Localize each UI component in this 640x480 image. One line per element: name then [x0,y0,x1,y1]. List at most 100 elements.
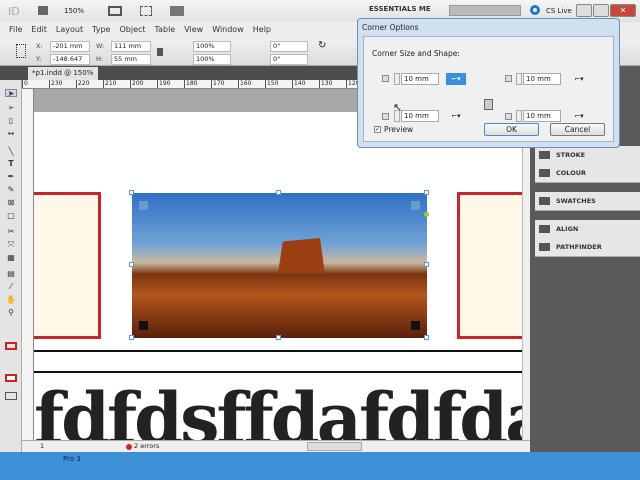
hand-tool-icon[interactable]: ✋ [5,296,17,304]
fill-stroke-icon[interactable] [5,342,17,350]
corner-tl-checkbox[interactable] [382,75,389,82]
corner-tr-shape-select[interactable]: ⌐▾ [569,73,589,85]
resize-handle[interactable] [424,335,429,340]
app-logo: ID [8,5,20,18]
corner-br-stepper[interactable] [516,110,522,122]
rotation-field[interactable]: 0° [270,41,308,52]
corner-br-shape-select[interactable]: ⌐▾ [569,110,589,122]
corner-widget-bl[interactable] [139,321,148,330]
resize-handle[interactable] [276,190,281,195]
ruler-tick: 150 [265,80,292,88]
document-tab[interactable]: *p1.indd @ 150% ✕ [28,67,98,90]
corner-tr-stepper[interactable] [516,73,522,85]
corner-bl-size[interactable]: 10 mm [401,110,439,122]
menu-file[interactable]: File [9,25,22,34]
left-text-frame[interactable] [34,192,101,339]
scale-y-field[interactable]: 100% [193,54,231,65]
menu-object[interactable]: Object [119,25,145,34]
gap-tool-icon[interactable]: ↔ [5,130,17,138]
panel-swatches[interactable]: SWATCHES [535,192,640,210]
text-frame[interactable]: fdfdsffdafdfdafa [34,378,522,441]
corner-widget-tl[interactable] [139,201,148,210]
width-field[interactable]: 111 mm [111,41,151,52]
rectangle-tool-icon[interactable]: □ [5,212,17,220]
resize-handle[interactable] [129,262,134,267]
maximize-button[interactable] [593,4,609,17]
selection-tool-icon[interactable]: ➤ [5,89,17,98]
minimize-button[interactable] [576,4,592,17]
line-tool-icon[interactable]: ╲ [5,148,17,156]
workspace-switcher[interactable]: ESSENTIALS ME [369,5,431,13]
pen-tool-icon[interactable]: ✒ [5,173,17,181]
search-input[interactable] [449,5,521,16]
menu-type[interactable]: Type [92,25,110,34]
preview-checkbox[interactable]: ✓ [374,126,381,133]
resize-handle[interactable] [424,190,429,195]
horizontal-scrollbar-thumb[interactable] [307,442,362,451]
link-settings-icon[interactable] [484,99,493,110]
view-options-icon[interactable] [108,6,122,16]
ok-button[interactable]: OK [484,123,539,136]
constrain-proportions-icon[interactable] [157,48,163,56]
zoom-tool-icon[interactable]: ⚲ [5,309,17,317]
ruler-tick: 0 [22,80,49,88]
type-tool-icon[interactable]: T [5,160,17,168]
corner-bl-shape-select[interactable]: ⌐▾ [446,110,466,122]
direct-selection-tool-icon[interactable]: ➢ [5,104,17,112]
screen-mode-tool-icon[interactable] [5,392,17,400]
right-text-frame[interactable] [457,192,522,339]
menu-layout[interactable]: Layout [56,25,83,34]
corner-tl-size[interactable]: 10 mm [401,73,439,85]
preflight-errors[interactable]: 2 errors [134,441,159,452]
page-tool-icon[interactable]: ▯ [5,117,17,125]
resize-handle[interactable] [276,335,281,340]
scissors-tool-icon[interactable]: ✂ [5,228,17,236]
corner-br-checkbox[interactable] [505,113,512,120]
menu-window[interactable]: Window [212,25,244,34]
height-field[interactable]: 55 mm [111,54,151,65]
reference-point-icon[interactable] [16,44,26,58]
close-button[interactable]: ✕ [610,4,636,17]
panel-align[interactable]: ALIGN [535,220,640,238]
corner-tr-checkbox[interactable] [505,75,512,82]
rectangle-frame-tool-icon[interactable]: ⊠ [5,199,17,207]
live-corner-toggle[interactable] [424,212,429,217]
eyedropper-tool-icon[interactable]: ⁄ [5,283,17,291]
menu-edit[interactable]: Edit [31,25,47,34]
menu-table[interactable]: Table [155,25,176,34]
gradient-tool-icon[interactable]: ▦ [5,254,17,262]
shear-field[interactable]: 0° [270,54,308,65]
scale-x-field[interactable]: 100% [193,41,231,52]
arrange-documents-icon[interactable] [170,6,184,16]
resize-handle[interactable] [129,190,134,195]
menu-view[interactable]: View [184,25,203,34]
y-field[interactable]: -148.647 mm [50,54,90,72]
zoom-select[interactable]: 150% [64,7,84,15]
resize-handle[interactable] [424,262,429,267]
note-tool-icon[interactable]: ▤ [5,270,17,278]
menu-help[interactable]: Help [253,25,271,34]
apply-none-icon[interactable] [5,374,17,382]
free-transform-tool-icon[interactable]: ⤧ [5,241,17,249]
bridge-icon[interactable] [38,6,48,15]
corner-tr-size[interactable]: 10 mm [523,73,561,85]
panel-pathfinder[interactable]: PATHFINDER [535,238,640,256]
screen-mode-icon[interactable] [140,6,152,16]
resize-handle[interactable] [129,335,134,340]
pencil-tool-icon[interactable]: ✎ [5,186,17,194]
corner-tl-stepper[interactable] [394,73,400,85]
cs-live-button[interactable]: CS Live [546,7,572,15]
desert-photo-frame[interactable] [132,193,427,338]
cancel-button[interactable]: Cancel [550,123,605,136]
page-number-field[interactable]: 1 [40,441,44,452]
panel-stroke[interactable]: STROKE [535,146,640,164]
x-field[interactable]: -201 mm [50,41,90,52]
taskbar-label[interactable]: Pro 3 [63,455,81,463]
panel-colour[interactable]: COLOUR [535,164,640,182]
corner-br-size[interactable]: 10 mm [523,110,561,122]
corner-widget-tr[interactable] [411,201,420,210]
corner-tl-shape-select[interactable]: ⌐▾ [446,73,466,85]
rotate-icon[interactable]: ↻ [318,40,326,51]
corner-bl-checkbox[interactable] [382,113,389,120]
corner-widget-br[interactable] [411,321,420,330]
